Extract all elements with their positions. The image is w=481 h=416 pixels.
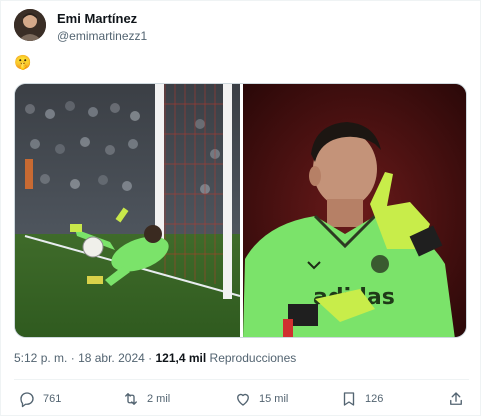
bookmark-button[interactable]: 126 [340, 387, 383, 411]
avatar[interactable] [14, 9, 46, 41]
divider [14, 379, 469, 380]
share-icon [450, 392, 462, 405]
repost-count: 2 mil [147, 393, 171, 405]
action-bar: 761 2 mil 15 mil 126 [14, 387, 469, 411]
tweet-meta: 5:12 p. m. · 18 abr. 2024 · 121,4 mil Re… [14, 351, 296, 365]
tweet-header: Emi Martínez @emimartinezz1 [14, 9, 469, 45]
left-photo[interactable] [15, 84, 241, 338]
repost-button[interactable]: 2 mil [122, 387, 170, 411]
heart-icon [237, 393, 249, 406]
bookmark-icon [343, 392, 355, 406]
share-button[interactable] [447, 387, 465, 411]
tweet-text: 🤫 [14, 54, 32, 70]
right-photo[interactable]: adidas [243, 84, 467, 338]
tweet-date[interactable]: 18 abr. 2024 [78, 351, 145, 365]
tweet-media[interactable]: adidas [14, 83, 467, 338]
views-label: Reproducciones [209, 351, 297, 365]
author-display-name[interactable]: Emi Martínez [57, 11, 137, 26]
like-button[interactable]: 15 mil [234, 387, 288, 411]
reply-count: 761 [43, 393, 62, 405]
author-handle[interactable]: @emimartinezz1 [57, 29, 147, 43]
like-count: 15 mil [259, 393, 289, 405]
repost-icon [125, 393, 137, 405]
tweet-card: Emi Martínez @emimartinezz1 🤫 5:12 p. m.… [0, 0, 481, 416]
reply-button[interactable]: 761 [18, 387, 61, 411]
reply-icon [20, 392, 34, 408]
meta-separator: · [148, 351, 153, 365]
bookmark-count: 126 [365, 393, 384, 405]
views-count: 121,4 mil [155, 351, 207, 365]
tweet-time[interactable]: 5:12 p. m. [14, 351, 67, 365]
meta-separator: · [70, 351, 75, 365]
